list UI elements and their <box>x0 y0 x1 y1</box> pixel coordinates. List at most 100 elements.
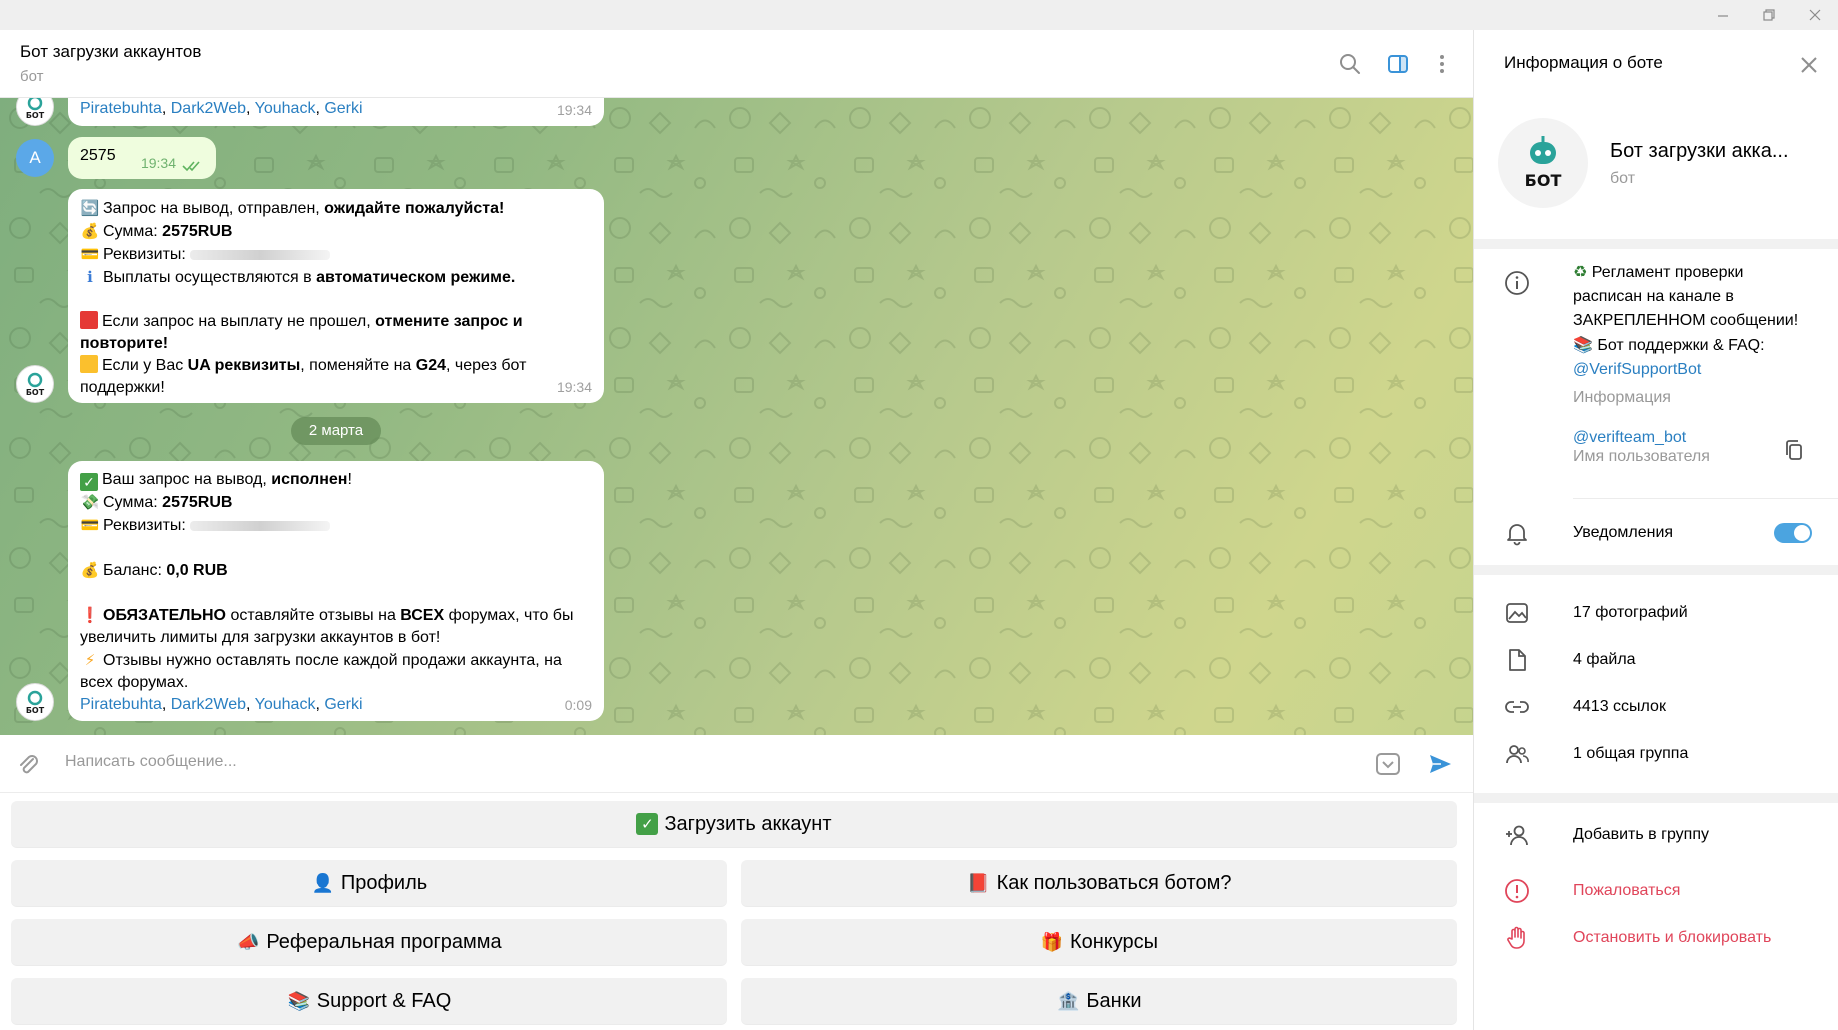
link-gerki[interactable]: Gerki <box>324 696 362 713</box>
close-window-button[interactable] <box>1792 0 1838 30</box>
text: Запрос на вывод, отправлен, <box>103 200 325 217</box>
card-icon: 💳 <box>80 245 100 263</box>
bot-profile-avatar[interactable]: БОТ <box>1498 118 1588 208</box>
bank-icon: 🏦 <box>1057 990 1080 1012</box>
button-label: Конкурсы <box>1069 930 1159 953</box>
link-youhack[interactable]: Youhack <box>255 100 316 117</box>
gift-icon: 🎁 <box>1040 931 1064 953</box>
check-mark-icon: ✓ <box>80 473 98 491</box>
text: Реквизиты: <box>103 246 186 263</box>
bot-keyboard-toggle[interactable] <box>1372 748 1404 780</box>
divider <box>1573 498 1838 499</box>
username[interactable]: @verifteam_bot <box>1573 429 1686 446</box>
bot-logo-icon: БОТ <box>26 690 45 715</box>
message-bubble-withdraw-done[interactable]: ✓ Ваш запрос на вывод, исполнен! 💸 Сумма: … <box>68 461 604 721</box>
megaphone-icon: 📣 <box>237 931 260 953</box>
text: поддержки! <box>80 379 165 396</box>
group-icon <box>1504 741 1530 767</box>
user-icon: 👤 <box>311 872 335 894</box>
money-bag-icon: 💰 <box>80 561 100 579</box>
text: форумах, что бы <box>444 607 574 624</box>
kb-profile-button[interactable]: 👤 Профиль <box>11 860 727 906</box>
message-bubble[interactable]: Piratebuhta, Dark2Web, Youhack, Gerki 19… <box>68 98 604 126</box>
send-icon <box>1430 755 1451 773</box>
outgoing-message-bubble[interactable]: 2575 19:34 <box>68 137 216 179</box>
link-dark2web[interactable]: Dark2Web <box>171 100 246 117</box>
text: Если у Вас <box>102 357 188 374</box>
panel-title: Информация о боте <box>1504 53 1663 72</box>
refresh-icon: 🔄 <box>80 199 100 217</box>
text-bold: ОБЯЗАТЕЛЬНО <box>103 607 226 624</box>
text: Баланс: <box>103 562 167 579</box>
message-bubble-withdraw-request[interactable]: 🔄 Запрос на вывод, отправлен, ожидайте по… <box>68 189 604 403</box>
text: ЗАКРЕПЛЕННОМ сообщении! <box>1573 312 1799 329</box>
stop-hand-icon <box>1504 925 1530 951</box>
copy-icon[interactable] <box>1782 438 1806 462</box>
report-button[interactable]: Пожаловаться <box>1573 879 1680 903</box>
search-button[interactable] <box>1334 48 1366 80</box>
message-input[interactable]: Написать сообщение... <box>65 753 237 771</box>
bot-avatar[interactable]: БОТ <box>16 365 54 403</box>
chat-messages-area[interactable]: Piratebuhta, Dark2Web, Youhack, Gerki 19… <box>0 98 1473 735</box>
bot-logo-icon: БОТ <box>26 98 45 120</box>
info-icon <box>1504 270 1530 296</box>
link-piratebuhta[interactable]: Piratebuhta <box>80 696 162 713</box>
restore-button[interactable] <box>1746 0 1792 30</box>
keyboard-collapse-icon <box>1376 753 1400 775</box>
report-icon <box>1504 878 1530 904</box>
search-icon <box>1340 54 1360 74</box>
link-dark2web[interactable]: Dark2Web <box>171 696 246 713</box>
kb-contests-button[interactable]: 🎁 Конкурсы <box>741 919 1457 965</box>
username-link[interactable]: @verifteam_bot <box>1573 426 1686 450</box>
recycle-icon: ♻ <box>1573 262 1588 281</box>
chat-header[interactable]: Бот загрузки аккаунтов бот <box>0 30 1473 98</box>
books-icon: 📚 <box>1573 335 1593 354</box>
send-button[interactable] <box>1424 748 1456 780</box>
support-bot-link[interactable]: @VerifSupportBot <box>1573 361 1701 378</box>
minimize-button[interactable] <box>1700 0 1746 30</box>
kb-support-button[interactable]: 📚 Support & FAQ <box>11 978 727 1024</box>
kb-referral-button[interactable]: 📣 Реферальная программа <box>11 919 727 965</box>
username-label: Имя пользователя <box>1573 448 1710 465</box>
link-icon <box>1504 694 1530 720</box>
text: увеличить лимиты для загрузки аккаунтов … <box>80 629 441 646</box>
message-time: 19:34 <box>556 379 592 395</box>
shared-photos[interactable]: 17 фотографий <box>1573 601 1688 625</box>
button-label: Реферальная программа <box>266 930 502 953</box>
kb-howto-button[interactable]: 📕 Как пользоваться ботом? <box>741 860 1457 906</box>
notifications-toggle[interactable] <box>1774 523 1812 543</box>
text-bold: автоматическом режиме. <box>316 269 516 286</box>
panel-close-button[interactable] <box>1794 50 1824 80</box>
bot-logo-text: БОТ <box>1525 171 1562 190</box>
text-bold: ожидайте пожалуйста! <box>324 200 505 217</box>
sidebar-toggle-button[interactable] <box>1382 48 1414 80</box>
kb-banks-button[interactable]: 🏦 Банки <box>741 978 1457 1024</box>
add-user-icon <box>1504 822 1530 848</box>
text-bold: исполнен <box>271 471 348 488</box>
minimize-icon <box>1718 15 1728 17</box>
more-vertical-icon <box>1440 55 1444 73</box>
link-piratebuhta[interactable]: Piratebuhta <box>80 100 162 117</box>
message-input-bar: Написать сообщение... <box>0 735 1473 793</box>
window-titlebar <box>0 0 1838 30</box>
section-separator <box>1474 565 1838 575</box>
message-time: 19:34 <box>556 102 592 118</box>
bot-description: ♻ Регламент проверки расписан на канале … <box>1573 260 1798 382</box>
text: оставляйте отзывы на <box>226 607 401 624</box>
section-separator <box>1474 793 1838 803</box>
bot-avatar[interactable]: БОТ <box>16 683 54 721</box>
user-avatar[interactable]: A <box>16 139 54 177</box>
common-groups[interactable]: 1 общая группа <box>1573 742 1688 766</box>
kb-upload-account-button[interactable]: ✓ Загрузить аккаунт <box>11 801 1457 847</box>
attach-button[interactable] <box>12 748 44 780</box>
shared-files[interactable]: 4 файла <box>1573 648 1636 672</box>
more-menu-button[interactable] <box>1426 48 1458 80</box>
link-gerki[interactable]: Gerki <box>324 100 362 117</box>
shared-links[interactable]: 4413 ссылок <box>1573 695 1666 719</box>
text-bold: отмените запрос и <box>375 313 523 330</box>
link-youhack[interactable]: Youhack <box>255 696 316 713</box>
svg-text:БОТ: БОТ <box>26 111 45 120</box>
block-button[interactable]: Остановить и блокировать <box>1573 926 1771 950</box>
add-to-group-button[interactable]: Добавить в группу <box>1573 823 1709 847</box>
text: ! <box>347 471 352 488</box>
